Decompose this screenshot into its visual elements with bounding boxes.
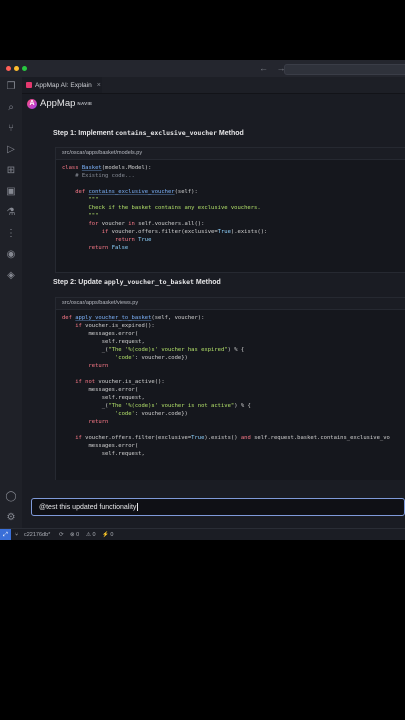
tab-appmap-explain[interactable]: AppMap AI: Explain × [22, 77, 102, 93]
remote-indicator-icon[interactable]: ⤢ [0, 529, 11, 540]
account-icon[interactable]: ◯ [5, 491, 17, 503]
maximize-window-button[interactable] [22, 66, 27, 71]
appmap-icon[interactable]: ⋮ [5, 228, 17, 240]
ports-indicator[interactable]: ⚡ 0 [102, 532, 113, 538]
step2-heading: Step 2: Update apply_voucher_to_basket M… [53, 278, 221, 286]
search-icon[interactable]: ⌕ [5, 102, 17, 114]
editor-tab-bar: AppMap AI: Explain × [22, 77, 405, 94]
chat-content: Step 1: Implement contains_exclusive_vou… [22, 120, 405, 480]
extensions-icon[interactable]: ⊞ [5, 165, 17, 177]
close-tab-icon[interactable]: × [97, 82, 101, 89]
remote-icon[interactable]: ▣ [5, 186, 17, 198]
testing-icon[interactable]: ⚗ [5, 207, 17, 219]
vscode-window: ← → ❐ ⌕ ⑂ ▷ ⊞ ▣ ⚗ ⋮ ◉ ◈ ◯ ⚙ AppMap AI: E… [0, 60, 405, 540]
sync-icon[interactable]: ⟳ [59, 532, 64, 538]
code-block-views: src/oscar/apps/basket/views.py def apply… [55, 297, 405, 480]
branch-icon: ⑂ [15, 532, 19, 538]
step1-heading: Step 1: Implement contains_exclusive_vou… [53, 129, 244, 137]
navie-header: A AppMap NAVIE [27, 98, 92, 109]
command-center-search[interactable] [284, 64, 405, 75]
file-path[interactable]: src/oscar/apps/basket/models.py [56, 148, 405, 160]
tab-label: AppMap AI: Explain [35, 81, 92, 89]
problems-errors[interactable]: ⊗ 0 [70, 532, 79, 538]
code-block-models: src/oscar/apps/basket/models.py class Ba… [55, 147, 405, 273]
brand-sub: NAVIE [77, 101, 93, 106]
title-bar: ← → [0, 60, 405, 78]
files-icon[interactable]: ❐ [5, 81, 17, 93]
minimize-window-button[interactable] [14, 66, 19, 71]
appmap-logo-icon: A [27, 98, 37, 109]
activity-bar: ❐ ⌕ ⑂ ▷ ⊞ ▣ ⚗ ⋮ ◉ ◈ ◯ ⚙ [0, 77, 22, 528]
source-control-icon[interactable]: ⑂ [5, 123, 17, 135]
file-path[interactable]: src/oscar/apps/basket/views.py [56, 298, 405, 310]
chat-input[interactable]: @test this updated functionality [31, 498, 405, 516]
close-window-button[interactable] [6, 66, 11, 71]
branch-name[interactable]: c22176db* [24, 532, 50, 538]
brand-name: AppMap [40, 98, 76, 109]
chat-input-value: @test this updated functionality [39, 503, 139, 511]
docker-icon[interactable]: ◈ [5, 270, 17, 282]
run-debug-icon[interactable]: ▷ [5, 144, 17, 156]
settings-gear-icon[interactable]: ⚙ [5, 512, 17, 524]
text-caret [137, 503, 139, 511]
status-bar: ⤢ ⑂ c22176db* ⟳ ⊗ 0 ⚠ 0 ⚡ 0 [0, 528, 405, 540]
problems-warnings[interactable]: ⚠ 0 [86, 532, 96, 538]
appmap-tab-icon [26, 82, 32, 88]
database-icon[interactable]: ◉ [5, 249, 17, 261]
